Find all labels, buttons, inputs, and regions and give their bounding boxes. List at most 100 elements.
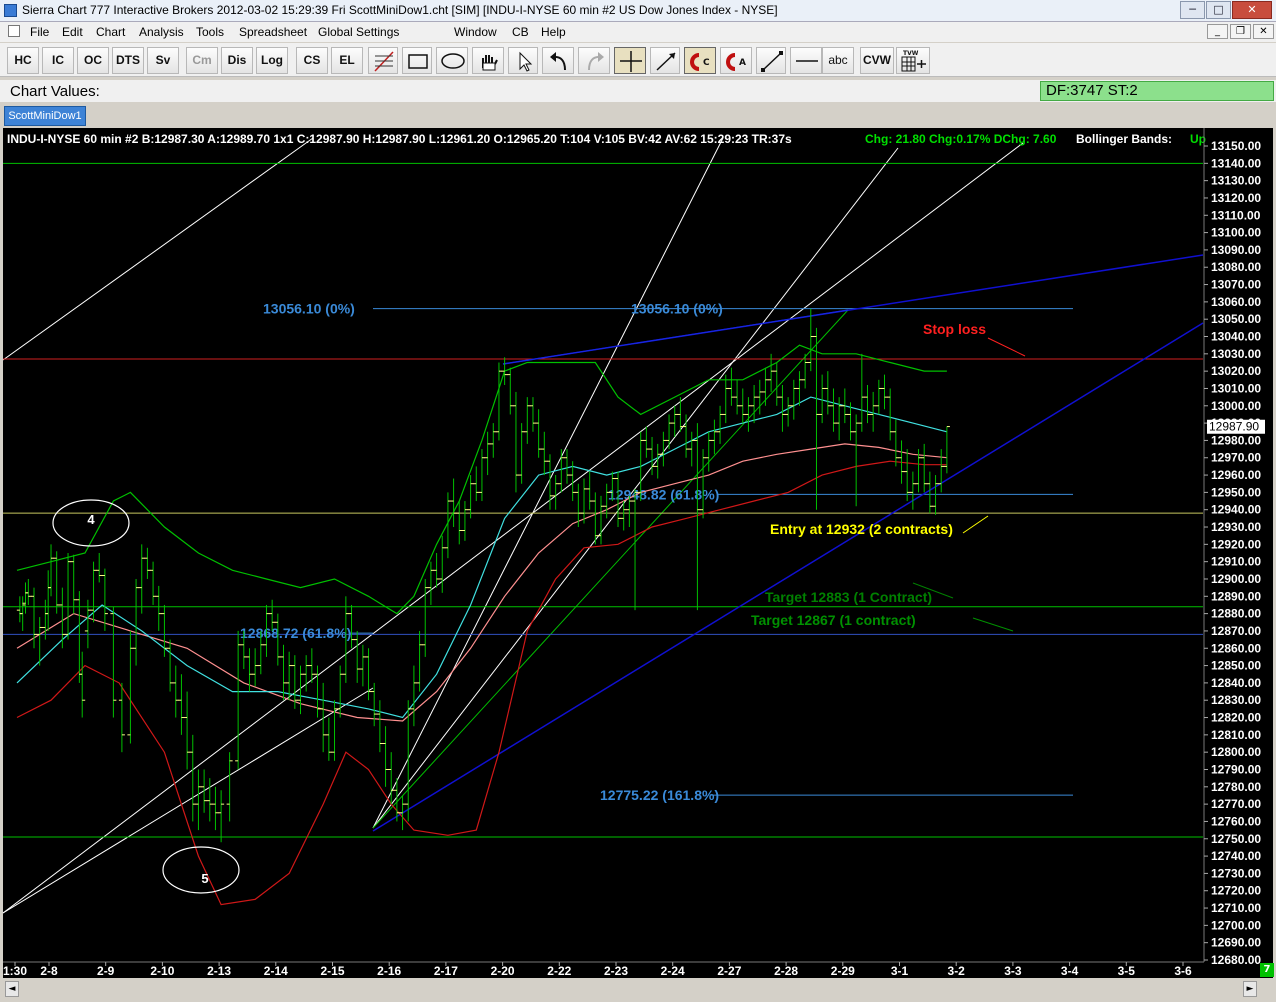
x-tick-label: 2-27 — [717, 964, 741, 978]
chart-region[interactable]: 13056.10 (0%) 12948.82 (61.8%) 12868.72 (6… — [3, 128, 1273, 978]
menu-spreadsheet[interactable]: Spreadsheet — [239, 25, 307, 39]
magnet-c-button[interactable]: C — [684, 47, 716, 74]
line-tool-button[interactable] — [756, 47, 786, 74]
menu-help[interactable]: Help — [541, 25, 566, 39]
calc-tool-button[interactable]: TVW — [896, 47, 930, 74]
pointer-tool-button[interactable] — [508, 47, 538, 74]
minimize-button[interactable]: ─ — [1180, 1, 1205, 19]
y-tick-label: 12930.00 — [1211, 520, 1261, 534]
fib-tool-button[interactable] — [368, 47, 398, 74]
menu-chart[interactable]: Chart — [96, 25, 125, 39]
svg-text:A: A — [739, 58, 746, 68]
wave-4-label: 4 — [87, 512, 95, 527]
fib-label: 12868.72 (61.8%) — [240, 625, 351, 641]
dts-button[interactable]: DTS — [112, 47, 144, 74]
mdi-restore-button[interactable]: ❐ — [1230, 24, 1251, 39]
y-tick-label: 12720.00 — [1211, 884, 1261, 898]
calc-tick-label: TVW — [903, 50, 919, 57]
last-price-label: 12987.90 — [1209, 420, 1259, 434]
y-tick-label: 13100.00 — [1211, 226, 1261, 240]
svg-text:C: C — [703, 58, 710, 68]
y-tick-label: 12900.00 — [1211, 572, 1261, 586]
y-tick-label: 12860.00 — [1211, 641, 1261, 655]
crosshair-tool-button[interactable] — [614, 47, 646, 74]
oc-button[interactable]: OC — [77, 47, 109, 74]
ellipse-tool-button[interactable] — [436, 47, 468, 74]
ic-button[interactable]: IC — [42, 47, 74, 74]
document-icon[interactable] — [8, 25, 20, 37]
cvw-button[interactable]: CVW — [860, 47, 894, 74]
fib-label: 12775.22 (161.8%) — [600, 787, 719, 803]
close-button[interactable]: ✕ — [1232, 1, 1272, 19]
x-tick-label: 3-1 — [891, 964, 909, 978]
mdi-close-button[interactable]: ✕ — [1253, 24, 1274, 39]
undo-button[interactable] — [542, 47, 574, 74]
x-tick-label: 2-13 — [207, 964, 231, 978]
redo-button[interactable] — [578, 47, 610, 74]
menu-edit[interactable]: Edit — [62, 25, 83, 39]
target-2-label: Target 12867 (1 contract) — [751, 612, 916, 628]
menu-cb[interactable]: CB — [512, 25, 529, 39]
log-button[interactable]: Log — [256, 47, 288, 74]
x-tick-label: 2-28 — [774, 964, 798, 978]
corner-badge[interactable]: 7 — [1260, 963, 1274, 977]
menu-file[interactable]: File — [30, 25, 49, 39]
menu-global-settings[interactable]: Global Settings — [318, 25, 399, 39]
el-button[interactable]: EL — [331, 47, 363, 74]
y-tick-label: 13130.00 — [1211, 174, 1261, 188]
magnet-a-button[interactable]: A — [720, 47, 752, 74]
y-tick-label: 12820.00 — [1211, 711, 1261, 725]
chart-values-label: Chart Values: — [10, 83, 100, 100]
price-chart[interactable]: 13056.10 (0%)12948.82 (61.8%)12868.72 (6… — [3, 128, 1273, 978]
fib-icon — [374, 51, 394, 72]
scroll-left-button[interactable]: ◄ — [5, 981, 19, 997]
tab-scottminidow1[interactable]: ScottMiniDow1 — [4, 106, 86, 126]
maximize-button[interactable]: □ — [1206, 1, 1231, 19]
text-tool-button[interactable]: abc — [822, 47, 854, 74]
menu-bar: File Edit Chart Analysis Tools Spreadshe… — [0, 22, 1276, 42]
line-icon — [761, 51, 783, 72]
horizontal-line-tool-button[interactable] — [790, 47, 822, 74]
y-tick-label: 12940.00 — [1211, 503, 1261, 517]
dis-button[interactable]: Dis — [221, 47, 253, 74]
app-icon — [4, 4, 17, 17]
cs-button[interactable]: CS — [296, 47, 328, 74]
y-tick-label: 12730.00 — [1211, 866, 1261, 880]
y-tick-label: 12980.00 — [1211, 433, 1261, 447]
horizontal-scrollbar[interactable]: ◄ ► — [3, 979, 1273, 999]
cm-button[interactable]: Cm — [186, 47, 218, 74]
hand-tool-button[interactable] — [472, 47, 504, 74]
toolbar: HC IC OC DTS Sv Cm Dis Log CS EL C A abc… — [0, 43, 1276, 77]
rectangle-icon — [408, 54, 428, 69]
x-tick-label: 2-24 — [661, 964, 685, 978]
y-tick-label: 12750.00 — [1211, 832, 1261, 846]
y-tick-label: 13150.00 — [1211, 139, 1261, 153]
x-tick-label: 3-3 — [1004, 964, 1022, 978]
menu-analysis[interactable]: Analysis — [139, 25, 184, 39]
y-tick-label: 12830.00 — [1211, 693, 1261, 707]
y-tick-label: 13030.00 — [1211, 347, 1261, 361]
sv-button[interactable]: Sv — [147, 47, 179, 74]
menu-tools[interactable]: Tools — [196, 25, 224, 39]
rectangle-tool-button[interactable] — [402, 47, 432, 74]
df-status-box: DF:3747 ST:2 — [1040, 81, 1274, 101]
chart-header-bollinger: Bollinger Bands: — [1076, 132, 1172, 146]
ray-tool-button[interactable] — [650, 47, 680, 74]
y-tick-label: 12700.00 — [1211, 918, 1261, 932]
y-tick-label: 13050.00 — [1211, 312, 1261, 326]
trendline — [502, 309, 849, 365]
window-controls: ─ □ ✕ — [1179, 1, 1272, 19]
window-title: Sierra Chart 777 Interactive Brokers 201… — [22, 3, 778, 17]
mdi-controls: _ ❐ ✕ — [1205, 24, 1274, 39]
pointer-icon — [519, 51, 533, 72]
entry-label: Entry at 12932 (2 contracts) — [770, 521, 953, 537]
x-tick-label: 2-29 — [831, 964, 855, 978]
mdi-minimize-button[interactable]: _ — [1207, 24, 1228, 39]
hc-button[interactable]: HC — [7, 47, 39, 74]
scroll-right-button[interactable]: ► — [1243, 981, 1257, 997]
x-tick-label: 3-2 — [948, 964, 966, 978]
calc-icon: TVW — [901, 50, 926, 72]
x-tick-label: 3-6 — [1174, 964, 1192, 978]
window-titlebar: Sierra Chart 777 Interactive Brokers 201… — [0, 0, 1276, 22]
menu-window[interactable]: Window — [454, 25, 497, 39]
